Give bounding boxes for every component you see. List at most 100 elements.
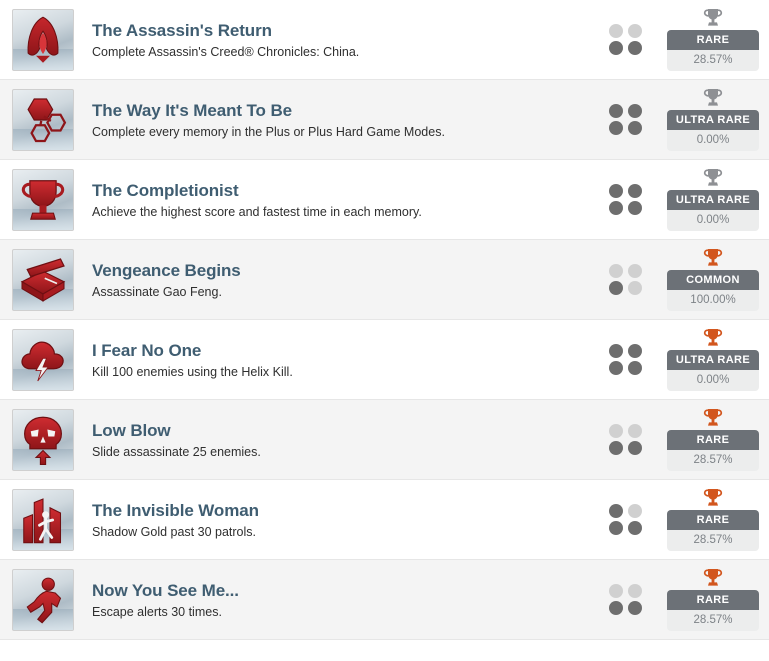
progress-dot xyxy=(609,440,623,455)
achievement-text: The Way It's Meant To Be Complete every … xyxy=(74,100,609,140)
assassin-hood-icon xyxy=(15,12,71,68)
progress-dot xyxy=(628,280,642,295)
hexagon-cluster-icon xyxy=(15,92,71,148)
achievement-row[interactable]: The Assassin's Return Complete Assassin'… xyxy=(0,0,769,80)
achievement-title[interactable]: Low Blow xyxy=(92,420,599,441)
rarity-percent: 0.00% xyxy=(667,130,759,151)
rarity-badge: RARE xyxy=(667,30,759,50)
achievement-thumbnail[interactable] xyxy=(12,408,74,471)
progress-dot-grid xyxy=(609,263,651,296)
running-figure-icon xyxy=(15,572,71,628)
progress-dot xyxy=(628,183,642,198)
achievement-text: The Completionist Achieve the highest sc… xyxy=(74,180,609,220)
progress-dot xyxy=(628,40,642,55)
progress-dot xyxy=(609,120,623,135)
rarity-column: ULTRA RARE 0.00% xyxy=(667,88,759,151)
progress-dot xyxy=(628,23,642,38)
progress-dot xyxy=(628,120,642,135)
rarity-percent: 28.57% xyxy=(667,610,759,631)
trophy-icon xyxy=(703,168,723,187)
progress-dot-grid xyxy=(609,343,651,376)
achievement-title[interactable]: The Completionist xyxy=(92,180,599,201)
progress-dot-grid xyxy=(609,583,651,616)
rarity-column: ULTRA RARE 0.00% xyxy=(667,168,759,231)
achievement-text: Low Blow Slide assassinate 25 enemies. xyxy=(74,420,609,460)
achievement-thumbnail[interactable] xyxy=(12,328,74,391)
achievement-thumbnail[interactable] xyxy=(12,568,74,631)
rarity-column: ULTRA RARE 0.00% xyxy=(667,328,759,391)
progress-dot xyxy=(628,263,642,278)
rarity-percent: 0.00% xyxy=(667,370,759,391)
achievement-title[interactable]: Vengeance Begins xyxy=(92,260,599,281)
rarity-badge: ULTRA RARE xyxy=(667,190,759,210)
achievement-row[interactable]: Low Blow Slide assassinate 25 enemies. R… xyxy=(0,400,769,480)
achievement-description: Complete every memory in the Plus or Plu… xyxy=(92,124,445,139)
trophy-icon xyxy=(703,248,723,267)
trophy-icon xyxy=(703,328,723,347)
progress-dot-grid xyxy=(609,183,651,216)
achievement-thumbnail[interactable] xyxy=(12,8,74,71)
rarity-column: RARE 28.57% xyxy=(667,568,759,631)
progress-dot xyxy=(609,183,623,198)
rarity-badge: ULTRA RARE xyxy=(667,350,759,370)
progress-dot-grid xyxy=(609,423,651,456)
rarity-percent: 28.57% xyxy=(667,50,759,71)
rarity-badge: COMMON xyxy=(667,270,759,290)
achievement-description: Assassinate Gao Feng. xyxy=(92,284,222,299)
rarity-percent: 28.57% xyxy=(667,450,759,471)
progress-dot xyxy=(628,520,642,535)
achievement-thumbnail[interactable] xyxy=(12,488,74,551)
progress-dot xyxy=(609,280,623,295)
achievement-row[interactable]: I Fear No One Kill 100 enemies using the… xyxy=(0,320,769,400)
achievement-row[interactable]: The Invisible Woman Shadow Gold past 30 … xyxy=(0,480,769,560)
achievement-description: Escape alerts 30 times. xyxy=(92,604,222,619)
achievement-thumbnail[interactable] xyxy=(12,88,74,151)
progress-dot-grid xyxy=(609,23,651,56)
achievement-thumbnail[interactable] xyxy=(12,168,74,231)
rarity-column: RARE 28.57% xyxy=(667,408,759,471)
progress-dot xyxy=(628,423,642,438)
rarity-badge: ULTRA RARE xyxy=(667,110,759,130)
progress-dot xyxy=(628,360,642,375)
achievement-description: Shadow Gold past 30 patrols. xyxy=(92,524,256,539)
progress-dot-grid xyxy=(609,503,651,536)
progress-dot xyxy=(628,440,642,455)
achievement-description: Achieve the highest score and fastest ti… xyxy=(92,204,422,219)
rarity-column: COMMON 100.00% xyxy=(667,248,759,311)
progress-dot xyxy=(628,103,642,118)
progress-dot xyxy=(609,23,623,38)
progress-dot xyxy=(609,103,623,118)
progress-dot xyxy=(609,343,623,358)
progress-dot xyxy=(609,360,623,375)
achievement-title[interactable]: I Fear No One xyxy=(92,340,599,361)
progress-dot xyxy=(609,200,623,215)
achievement-title[interactable]: The Way It's Meant To Be xyxy=(92,100,599,121)
rarity-percent: 100.00% xyxy=(667,290,759,311)
rarity-percent: 28.57% xyxy=(667,530,759,551)
achievement-text: I Fear No One Kill 100 enemies using the… xyxy=(74,340,609,380)
trophy-icon xyxy=(703,568,723,587)
achievement-row[interactable]: Vengeance Begins Assassinate Gao Feng. C… xyxy=(0,240,769,320)
achievement-description: Slide assassinate 25 enemies. xyxy=(92,444,261,459)
achievement-text: Vengeance Begins Assassinate Gao Feng. xyxy=(74,260,609,300)
progress-dot xyxy=(628,583,642,598)
achievement-list: The Assassin's Return Complete Assassin'… xyxy=(0,0,769,640)
progress-dot xyxy=(628,600,642,615)
achievement-row[interactable]: The Completionist Achieve the highest sc… xyxy=(0,160,769,240)
achievement-text: The Assassin's Return Complete Assassin'… xyxy=(74,20,609,60)
progress-dot xyxy=(609,520,623,535)
achievement-title[interactable]: The Assassin's Return xyxy=(92,20,599,41)
achievement-thumbnail[interactable] xyxy=(12,248,74,311)
achievement-title[interactable]: The Invisible Woman xyxy=(92,500,599,521)
achievement-row[interactable]: The Way It's Meant To Be Complete every … xyxy=(0,80,769,160)
achievement-title[interactable]: Now You See Me... xyxy=(92,580,599,601)
achievement-text: The Invisible Woman Shadow Gold past 30 … xyxy=(74,500,609,540)
rarity-column: RARE 28.57% xyxy=(667,488,759,551)
achievement-description: Complete Assassin's Creed® Chronicles: C… xyxy=(92,44,360,59)
progress-dot xyxy=(609,423,623,438)
progress-dot xyxy=(628,200,642,215)
trophy-cup-icon xyxy=(15,172,71,228)
slashed-crate-icon xyxy=(15,252,71,308)
achievement-row[interactable]: Now You See Me... Escape alerts 30 times… xyxy=(0,560,769,640)
rarity-percent: 0.00% xyxy=(667,210,759,231)
